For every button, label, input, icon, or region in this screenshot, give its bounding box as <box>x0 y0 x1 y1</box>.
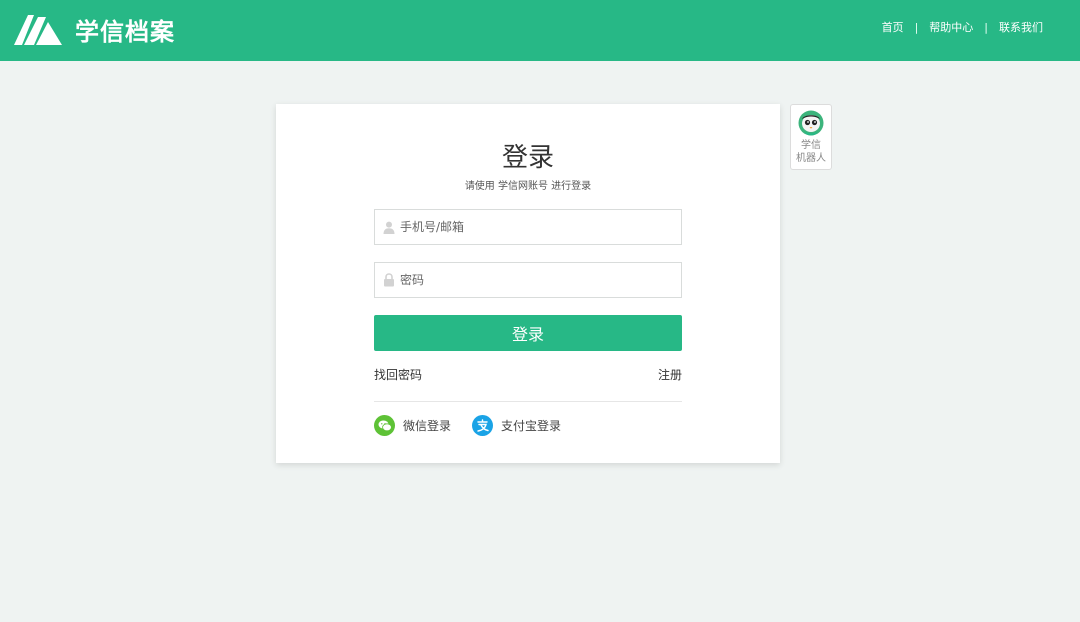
logo-icon <box>14 15 62 45</box>
robot-label-line1: 学信 <box>801 140 821 151</box>
username-input[interactable] <box>400 212 660 242</box>
lock-icon <box>382 273 396 287</box>
login-title: 登录 <box>501 143 554 173</box>
nav-separator: | <box>984 20 988 34</box>
nav-contact-link[interactable]: 联系我们 <box>999 19 1043 35</box>
robot-label: 学信 机器人 <box>791 139 831 165</box>
wechat-login-button[interactable]: 微信登录 <box>374 415 451 436</box>
nav-home-link[interactable]: 首页 <box>882 19 904 35</box>
register-link[interactable]: 注册 <box>658 366 682 383</box>
forgot-password-link[interactable]: 找回密码 <box>374 366 422 383</box>
divider <box>374 401 682 402</box>
nav-help-link[interactable]: 帮助中心 <box>929 19 973 35</box>
alipay-icon <box>472 415 493 436</box>
robot-avatar-icon <box>798 110 824 136</box>
wechat-login-label: 微信登录 <box>403 419 452 433</box>
robot-label-line2: 机器人 <box>796 153 826 164</box>
top-header: 学信档案 首页 | 帮助中心 | 联系我们 <box>0 0 1080 61</box>
login-button[interactable]: 登录 <box>374 315 682 351</box>
top-nav: 首页 | 帮助中心 | 联系我们 <box>882 19 1043 35</box>
username-field[interactable] <box>374 209 682 245</box>
robot-assistant-button[interactable]: 学信 机器人 <box>790 104 832 170</box>
user-icon <box>382 220 396 234</box>
nav-separator: | <box>914 20 919 34</box>
password-input[interactable] <box>400 265 660 295</box>
logo-text: 学信档案 <box>75 17 175 46</box>
login-subtitle: 请使用 学信网账号 进行登录 <box>464 181 592 192</box>
logo[interactable]: 学信档案 <box>12 9 175 49</box>
password-field[interactable] <box>374 262 682 298</box>
wechat-icon <box>374 415 395 436</box>
login-card: 登录 请使用 学信网账号 进行登录 登录 找回密码 注册 <box>276 104 780 463</box>
alipay-login-button[interactable]: 支付宝登录 <box>472 415 561 436</box>
alipay-login-label: 支付宝登录 <box>501 419 562 433</box>
